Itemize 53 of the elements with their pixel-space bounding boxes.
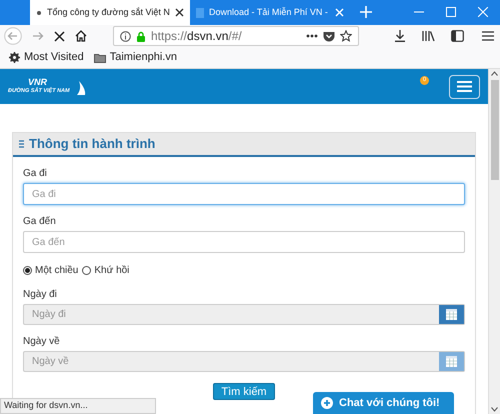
search-button[interactable]: Tìm kiếm (213, 383, 275, 400)
radio-option[interactable]: Một chiều (23, 262, 78, 278)
address-bar[interactable]: https://dsvn.vn/#/ (113, 26, 359, 46)
date-field[interactable]: Ngày đi (23, 304, 465, 325)
stop-icon[interactable] (54, 30, 65, 42)
field-label: Ngày đi (23, 288, 58, 301)
info-icon (120, 30, 131, 42)
gear-icon (9, 52, 20, 63)
lock-icon (136, 30, 146, 42)
input-field[interactable]: Ga đi (23, 183, 465, 205)
calendar-icon (446, 356, 457, 367)
folder-icon (94, 52, 106, 62)
more-icon[interactable] (306, 34, 318, 38)
new-tab-icon[interactable] (360, 6, 372, 18)
field-label: Ga đi (23, 167, 48, 180)
bookmark-item[interactable]: Taimienphi.vn (94, 49, 177, 66)
close-icon[interactable] (175, 8, 184, 17)
page-icon (196, 8, 204, 18)
chat-plus-icon (321, 397, 333, 409)
star-icon[interactable] (340, 30, 352, 42)
logo-mark: VNR (28, 78, 48, 88)
maximize-icon[interactable] (446, 7, 456, 17)
scrollbar[interactable] (488, 69, 500, 414)
bookmark-item[interactable]: Most Visited (9, 49, 84, 66)
sail-icon (76, 80, 86, 95)
browser-tab[interactable]: Tổng công ty đường sắt Việt N (30, 0, 190, 25)
sidebar-icon[interactable] (451, 30, 464, 42)
url-text: https://dsvn.vn/#/ (151, 28, 242, 45)
menu-icon[interactable] (482, 31, 494, 41)
status-bar: Waiting for dsvn.vn... (0, 398, 156, 414)
menu-button[interactable] (449, 74, 480, 98)
calendar-icon (446, 309, 457, 320)
download-icon[interactable] (394, 30, 406, 42)
input-field[interactable]: Ga đến (23, 231, 465, 253)
radio-button[interactable] (23, 266, 32, 274)
scroll-down-icon (491, 407, 498, 412)
pocket-icon[interactable] (323, 30, 335, 42)
scroll-up-icon (491, 71, 498, 76)
radio-option[interactable]: Khứ hồi (82, 262, 130, 278)
date-input[interactable]: Ngày đi (24, 305, 439, 324)
scrollbar-thumb[interactable] (490, 80, 498, 180)
chat-button[interactable]: Chat với chúng tôi! (313, 392, 454, 414)
list-icon (19, 140, 24, 148)
page-dot-icon (36, 10, 42, 16)
home-icon[interactable] (75, 30, 87, 42)
panel-title: Thông tin hành trình (29, 135, 156, 154)
menu-icon (457, 81, 472, 92)
field-label: Ga đến (23, 215, 57, 228)
calendar-button[interactable] (439, 305, 464, 324)
radio-button[interactable] (82, 266, 92, 274)
library-icon[interactable] (422, 30, 435, 42)
browser-tab[interactable]: Download - Tải Miễn Phí VN - (190, 0, 350, 25)
field-label: Ngày về (23, 335, 61, 348)
